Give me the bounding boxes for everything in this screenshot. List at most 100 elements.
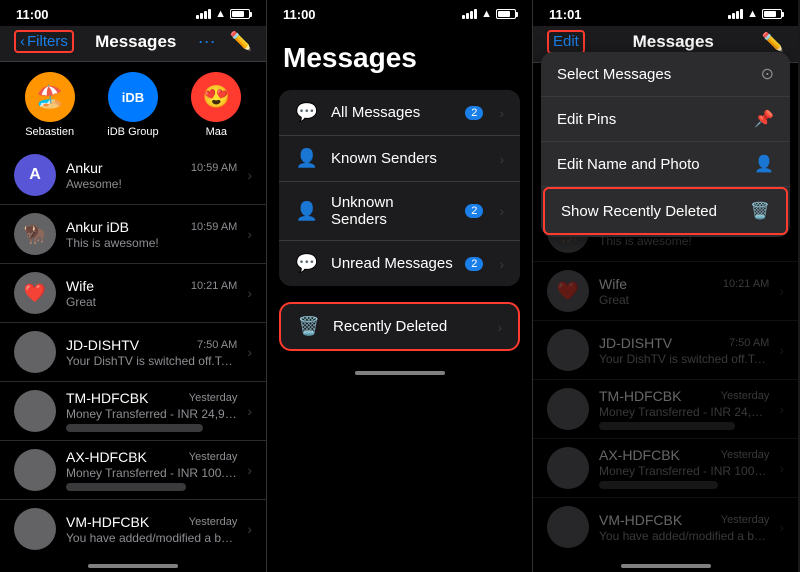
msg-preview: Money Transferred - INR 100.00 from: [66, 466, 237, 480]
edit-button[interactable]: Edit: [553, 33, 579, 50]
show-recently-deleted-highlight: Show Recently Deleted 🗑️: [543, 187, 788, 235]
home-indicator-3: [533, 552, 798, 572]
menu-unknown-senders[interactable]: 👤 Unknown Senders 2 ›: [279, 182, 520, 241]
dropdown-select-messages[interactable]: Select Messages ⊙: [541, 52, 790, 97]
msg-preview: Money Transferred - INR 24,900.00 from: [66, 407, 237, 421]
pinned-contacts: 🏖️ Sebastien iDB iDB Group 😍 Maa: [0, 62, 266, 146]
msg-ankur[interactable]: A Ankur 10:59 AM Awesome! ›: [0, 146, 266, 205]
avatar-tm-hdfcbk: [14, 390, 56, 432]
pinned-maa[interactable]: 😍 Maa: [186, 72, 246, 138]
msg-preview: Great: [599, 293, 769, 307]
msg-wife[interactable]: ❤️ Wife 10:21 AM Great ›: [0, 264, 266, 323]
pinned-idb[interactable]: iDB iDB Group: [103, 72, 163, 138]
chevron-left-icon: ‹: [20, 33, 25, 50]
msg-name: JD-DISHTV: [599, 335, 672, 351]
msg-ankur-idb[interactable]: 🦬 Ankur iDB 10:59 AM This is awesome! ›: [0, 205, 266, 264]
msg-preview: This is awesome!: [66, 236, 237, 250]
status-icons-1: ▲: [196, 8, 250, 20]
unknown-senders-badge: 2: [465, 204, 483, 218]
chevron-right-icon: ›: [497, 319, 502, 335]
phone-2: 11:00 ▲ Messages 💬 All Message: [266, 0, 532, 572]
avatar-maa: 😍: [191, 72, 241, 122]
dropdown-show-recently-deleted[interactable]: Show Recently Deleted 🗑️: [545, 189, 786, 233]
menu-unread-messages[interactable]: 💬 Unread Messages 2 ›: [279, 241, 520, 286]
compose-icon-3[interactable]: ✏️: [762, 32, 784, 53]
msg-content: VM-HDFCBK Yesterday You have added/modif…: [599, 512, 769, 543]
avatar-sebastien: 🏖️: [25, 72, 75, 122]
status-bar-2: 11:00 ▲: [267, 0, 532, 26]
home-indicator-1: [0, 552, 266, 572]
msg-content: JD-DISHTV 7:50 AM Your DishTV is switche…: [599, 335, 769, 366]
msg-content-ankur: Ankur 10:59 AM Awesome!: [66, 160, 237, 191]
home-indicator-2: [267, 359, 532, 379]
pinned-sebastien[interactable]: 🏖️ Sebastien: [20, 72, 80, 138]
wifi-icon: ▲: [747, 8, 758, 20]
msg-tm-hdfcbk-3[interactable]: TM-HDFCBK Yesterday Money Transferred - …: [533, 380, 798, 439]
trash-icon: 🗑️: [297, 316, 321, 337]
menu-label: Known Senders: [331, 150, 487, 167]
status-time-1: 11:00: [16, 7, 49, 22]
chevron-right-icon: ›: [779, 401, 784, 417]
recently-deleted-item[interactable]: 🗑️ Recently Deleted ›: [281, 304, 518, 349]
status-time-2: 11:00: [283, 7, 316, 22]
msg-wife-3[interactable]: ❤️ Wife 10:21 AM Great ›: [533, 262, 798, 321]
avatar: [547, 329, 589, 371]
msg-content-vm: VM-HDFCBK Yesterday You have added/modif…: [66, 514, 237, 545]
msg-vm-hdfcbk[interactable]: VM-HDFCBK Yesterday You have added/modif…: [0, 500, 266, 552]
msg-name: TM-HDFCBK: [599, 388, 681, 404]
msg-content-wife: Wife 10:21 AM Great: [66, 278, 237, 309]
status-icons-2: ▲: [462, 8, 516, 20]
msg-jd-dishtv[interactable]: JD-DISHTV 7:50 AM Your DishTV is switche…: [0, 323, 266, 382]
dropdown-edit-pins[interactable]: Edit Pins 📌: [541, 97, 790, 142]
pin-icon: 📌: [754, 109, 774, 129]
avatar-idb: iDB: [108, 72, 158, 122]
msg-time: Yesterday: [721, 514, 770, 526]
chevron-right-icon: ›: [247, 285, 252, 301]
all-messages-badge: 2: [465, 106, 483, 120]
msg-name: AX-HDFCBK: [66, 449, 147, 465]
msg-tm-hdfcbk[interactable]: TM-HDFCBK Yesterday Money Transferred - …: [0, 382, 266, 441]
avatar-jd-dishtv: [14, 331, 56, 373]
chevron-right-icon: ›: [247, 521, 252, 537]
avatar-wife: ❤️: [14, 272, 56, 314]
dropdown-label: Edit Name and Photo: [557, 156, 742, 173]
chevron-right-icon: ›: [247, 403, 252, 419]
select-icon: ⊙: [761, 64, 774, 84]
dropdown-label: Edit Pins: [557, 111, 742, 128]
avatar-ax-hdfcbk: [14, 449, 56, 491]
chevron-right-icon: ›: [247, 226, 252, 242]
msg-jd-dishtv-3[interactable]: JD-DISHTV 7:50 AM Your DishTV is switche…: [533, 321, 798, 380]
msg-ax-hdfcbk-3[interactable]: AX-HDFCBK Yesterday Money Transferred - …: [533, 439, 798, 498]
msg-time: Yesterday: [721, 449, 770, 461]
msg-content: TM-HDFCBK Yesterday Money Transferred - …: [599, 388, 769, 430]
back-button[interactable]: ‹ Filters: [14, 30, 74, 53]
msg-name: Ankur iDB: [66, 219, 129, 235]
ellipsis-icon[interactable]: ···: [198, 31, 216, 52]
menu-label: All Messages: [331, 104, 453, 121]
chevron-right-icon: ›: [499, 151, 504, 167]
menu-section-1: 💬 All Messages 2 › 👤 Known Senders › 👤 U…: [279, 90, 520, 286]
compose-icon[interactable]: ✏️: [230, 31, 252, 52]
msg-preview: Awesome!: [66, 177, 237, 191]
avatar: [547, 506, 589, 548]
msg-time: Yesterday: [189, 516, 238, 528]
msg-vm-hdfcbk-3[interactable]: VM-HDFCBK Yesterday You have added/modif…: [533, 498, 798, 552]
back-label[interactable]: Filters: [27, 33, 68, 50]
msg-name: JD-DISHTV: [66, 337, 139, 353]
phone-3: 11:01 ▲ Edit Messages ✏️: [532, 0, 798, 572]
signal-icon: [462, 9, 477, 19]
msg-preview: Your DishTV is switched off.To get 3xtra…: [66, 354, 237, 368]
recently-deleted-section[interactable]: 🗑️ Recently Deleted ›: [279, 302, 520, 351]
signal-icon: [196, 9, 211, 19]
home-bar: [355, 371, 445, 375]
messages-header-2: Messages: [267, 26, 532, 82]
avatar: [547, 447, 589, 489]
dropdown-edit-name-photo[interactable]: Edit Name and Photo 👤: [541, 142, 790, 187]
menu-known-senders[interactable]: 👤 Known Senders ›: [279, 136, 520, 182]
menu-all-messages[interactable]: 💬 All Messages 2 ›: [279, 90, 520, 136]
msg-ax-hdfcbk[interactable]: AX-HDFCBK Yesterday Money Transferred - …: [0, 441, 266, 500]
redacted-content: [66, 424, 203, 432]
chevron-right-icon: ›: [499, 105, 504, 121]
status-bar-3: 11:01 ▲: [533, 0, 798, 26]
messages-list-3: 🦬 Ankur iDB 10:59 AM This is awesome! › …: [533, 203, 798, 552]
